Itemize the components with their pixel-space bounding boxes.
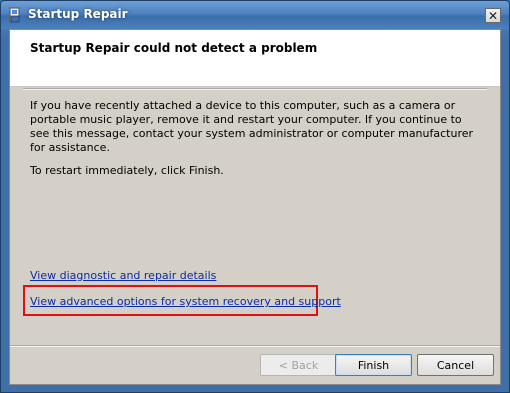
close-icon: ✕ [487, 8, 499, 23]
back-button[interactable]: < Back [260, 354, 337, 376]
title-bar[interactable]: Startup Repair ✕ [1, 1, 509, 29]
close-button[interactable]: ✕ [485, 8, 501, 23]
dialog-client-area: Startup Repair could not detect a proble… [9, 29, 501, 385]
dialog-header: Startup Repair could not detect a proble… [10, 30, 500, 87]
header-divider [23, 88, 487, 90]
restart-hint: To restart immediately, click Finish. [30, 164, 224, 177]
diagnostic-details-link[interactable]: View diagnostic and repair details [30, 269, 216, 282]
page-title: Startup Repair could not detect a proble… [30, 41, 318, 55]
finish-button[interactable]: Finish [335, 354, 412, 376]
footer-divider [10, 345, 500, 347]
startup-repair-icon [9, 7, 20, 23]
device-message: If you have recently attached a device t… [30, 99, 474, 154]
advanced-options-link[interactable]: View advanced options for system recover… [30, 295, 341, 308]
startup-repair-window: Startup Repair ✕ Startup Repair could no… [0, 0, 510, 393]
cancel-button[interactable]: Cancel [417, 354, 494, 376]
window-title: Startup Repair [28, 7, 128, 21]
